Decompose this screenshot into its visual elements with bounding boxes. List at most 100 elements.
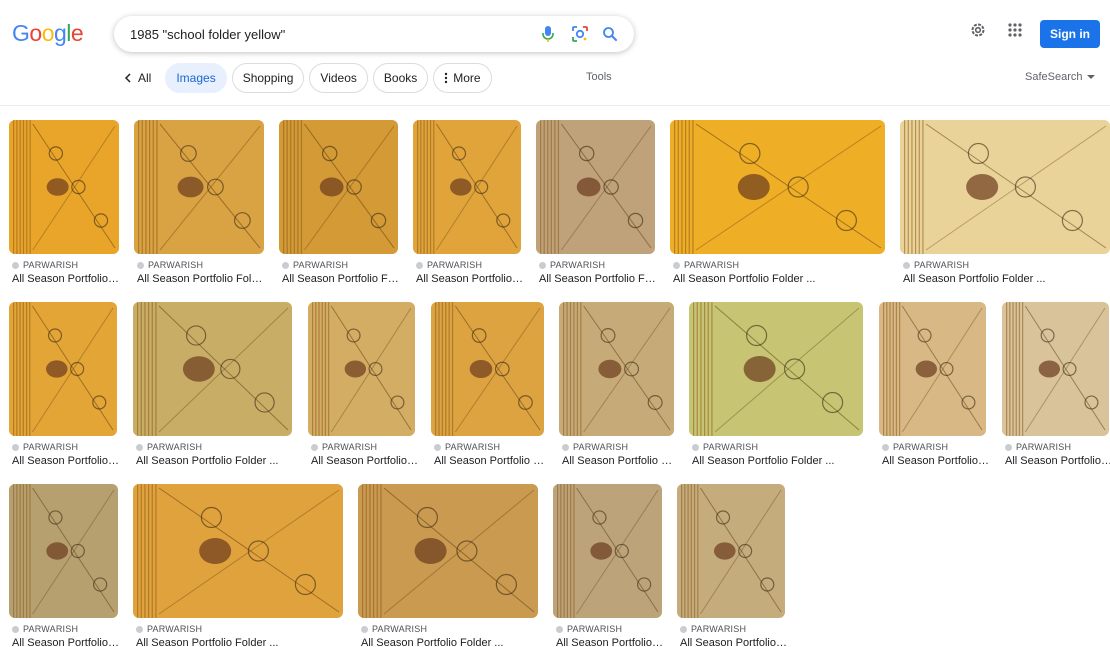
search-input[interactable] (130, 24, 530, 44)
image-result-card[interactable]: PARWARISH All Season Portfolio Folder ... (9, 484, 121, 647)
image-result-card[interactable]: PARWARISH All Season Portfolio Folder ... (431, 302, 547, 476)
safesearch-menu[interactable]: SafeSearch (1025, 71, 1096, 83)
result-source: PARWARISH (416, 260, 482, 270)
site-favicon-icon (434, 443, 441, 451)
folder-image-thumbnail[interactable] (553, 484, 662, 618)
result-source-name: PARWARISH (23, 260, 79, 270)
result-title[interactable]: All Season Portfolio Folder ... (673, 273, 888, 285)
microphone-icon[interactable] (538, 24, 558, 44)
sign-in-button[interactable]: Sign in (1040, 20, 1100, 48)
image-result-card[interactable]: PARWARISH All Season Portfolio Folder ... (559, 302, 677, 476)
result-title[interactable]: All Season Portfolio Folder ... (556, 637, 665, 647)
result-title[interactable]: All Season Portfolio Folder ... (12, 637, 121, 647)
image-result-card[interactable]: PARWARISH All Season Portfolio Folder ... (308, 302, 418, 476)
result-title[interactable]: All Season Portfolio Folder ... (539, 273, 658, 285)
result-title[interactable]: All Season Portfolio Folder ... (136, 637, 346, 647)
result-title[interactable]: All Season Portfolio Folder ... (12, 455, 120, 467)
image-result-card[interactable]: PARWARISH All Season Portfolio Folder ... (670, 120, 885, 294)
result-source-name: PARWARISH (322, 442, 378, 452)
image-result-card[interactable]: PARWARISH All Season Portfolio Folder ... (413, 120, 524, 294)
result-source-name: PARWARISH (691, 624, 747, 634)
tab-shopping[interactable]: Shopping (231, 63, 305, 93)
apps-grid-icon[interactable] (1005, 20, 1027, 42)
result-title[interactable]: All Season Portfolio Folder ... (137, 273, 267, 285)
folder-image-thumbnail[interactable] (9, 302, 117, 436)
result-source: PARWARISH (137, 260, 203, 270)
logo-letter: g (53, 20, 67, 46)
result-source: PARWARISH (361, 624, 427, 634)
folder-image-thumbnail[interactable] (133, 302, 292, 436)
result-title[interactable]: All Season Portfolio Folder ... (361, 637, 541, 647)
image-result-card[interactable]: PARWARISH All Season Portfolio Folder ... (689, 302, 863, 476)
result-title[interactable]: All Season Portfolio Folder ... (692, 455, 866, 467)
image-result-card[interactable]: PARWARISH All Season Portfolio Folder ... (1002, 302, 1110, 476)
result-source-name: PARWARISH (293, 260, 349, 270)
result-source: PARWARISH (434, 442, 500, 452)
result-title[interactable]: All Season Portfolio Folder ... (12, 273, 122, 285)
folder-image-thumbnail[interactable] (133, 484, 343, 618)
folder-image-thumbnail[interactable] (689, 302, 863, 436)
image-result-card[interactable]: PARWARISH All Season Portfolio Folder ... (677, 484, 788, 647)
folder-image-thumbnail[interactable] (670, 120, 885, 254)
result-title[interactable]: All Season Portfolio Folder ... (882, 455, 989, 467)
search-icon[interactable] (600, 24, 620, 44)
folder-image-thumbnail[interactable] (1002, 302, 1109, 436)
folder-image-thumbnail[interactable] (9, 120, 119, 254)
tab-videos[interactable]: Videos (309, 63, 368, 93)
tab-images[interactable]: Images (165, 63, 227, 93)
tab-more[interactable]: More (433, 63, 492, 93)
image-result-card[interactable]: PARWARISH All Season Portfolio Folder ... (133, 484, 343, 647)
image-result-card[interactable]: PARWARISH All Season Portfolio Folder ... (536, 120, 658, 294)
search-tabs: All Images Shopping Videos Books More (124, 63, 497, 93)
google-logo[interactable]: Google (12, 20, 84, 47)
logo-letter: o (41, 20, 55, 46)
folder-image-thumbnail[interactable] (134, 120, 264, 254)
result-source-name: PARWARISH (573, 442, 629, 452)
folder-image-thumbnail[interactable] (308, 302, 415, 436)
folder-image-thumbnail[interactable] (677, 484, 785, 618)
result-source-name: PARWARISH (914, 260, 970, 270)
image-result-card[interactable]: PARWARISH All Season Portfolio Folder ... (134, 120, 267, 294)
result-source: PARWARISH (12, 624, 78, 634)
settings-gear-icon[interactable] (968, 20, 990, 42)
folder-image-thumbnail[interactable] (358, 484, 538, 618)
image-result-card[interactable]: PARWARISH All Season Portfolio Folder ... (133, 302, 292, 476)
result-title[interactable]: All Season Portfolio Folder ... (903, 273, 1110, 285)
result-source-name: PARWARISH (148, 260, 204, 270)
result-source: PARWARISH (556, 624, 622, 634)
result-title[interactable]: All Season Portfolio Folder ... (311, 455, 418, 467)
image-result-card[interactable]: PARWARISH All Season Portfolio Folder ... (9, 120, 122, 294)
tools-button[interactable]: Tools (586, 71, 612, 83)
result-title[interactable]: All Season Portfolio Folder ... (434, 455, 547, 467)
folder-image-thumbnail[interactable] (431, 302, 544, 436)
image-results-grid: PARWARISH All Season Portfolio Folder ...… (0, 106, 1110, 647)
result-title[interactable]: All Season Portfolio Folder ... (1005, 455, 1110, 467)
result-title[interactable]: All Season Portfolio Folder ... (136, 455, 295, 467)
result-source-name: PARWARISH (147, 624, 203, 634)
result-title[interactable]: All Season Portfolio Folder ... (562, 455, 677, 467)
site-favicon-icon (556, 625, 563, 633)
image-result-card[interactable]: PARWARISH All Season Portfolio Folder ... (279, 120, 401, 294)
folder-image-thumbnail[interactable] (9, 484, 118, 618)
result-title[interactable]: All Season Portfolio Folder ... (416, 273, 524, 285)
image-result-card[interactable]: PARWARISH All Season Portfolio Folder ... (9, 302, 120, 476)
folder-image-thumbnail[interactable] (559, 302, 674, 436)
result-source: PARWARISH (12, 260, 78, 270)
image-result-card[interactable]: PARWARISH All Season Portfolio Folder ... (553, 484, 665, 647)
image-result-card[interactable]: PARWARISH All Season Portfolio Folder ... (358, 484, 538, 647)
image-result-card[interactable]: PARWARISH All Season Portfolio Folder ... (900, 120, 1110, 294)
tab-all[interactable]: All (124, 71, 151, 85)
result-title[interactable]: All Season Portfolio Folder ... (282, 273, 401, 285)
tab-books[interactable]: Books (372, 63, 429, 93)
site-favicon-icon (136, 443, 143, 451)
lens-icon[interactable] (570, 24, 590, 44)
logo-letter: o (29, 20, 42, 46)
folder-image-thumbnail[interactable] (879, 302, 986, 436)
folder-image-thumbnail[interactable] (536, 120, 655, 254)
folder-image-thumbnail[interactable] (413, 120, 521, 254)
folder-image-thumbnail[interactable] (279, 120, 398, 254)
image-result-card[interactable]: PARWARISH All Season Portfolio Folder ... (879, 302, 989, 476)
result-title[interactable]: All Season Portfolio Folder ... (680, 637, 788, 647)
tab-all-label: All (138, 71, 152, 85)
folder-image-thumbnail[interactable] (900, 120, 1110, 254)
